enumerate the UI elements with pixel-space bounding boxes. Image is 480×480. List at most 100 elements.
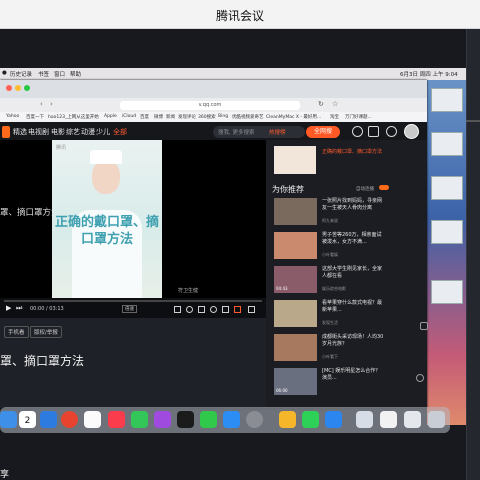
settings-icon[interactable] — [210, 306, 217, 313]
desktop-file-icon[interactable] — [431, 88, 463, 112]
hot-search-link[interactable]: 热搜榜 — [269, 128, 286, 136]
recommend-title[interactable]: [MC] 娱乐明星怎么合作？演员... — [322, 368, 384, 381]
finder-window-icon[interactable] — [356, 411, 373, 428]
screenshot-icon[interactable] — [174, 306, 181, 313]
recommend-thumbnail[interactable] — [274, 300, 317, 327]
recommend-title[interactable]: 成都街头采访现场！人均30岁月光族？ — [322, 334, 384, 347]
calendar-icon[interactable]: 2 — [19, 411, 36, 428]
bookmark-item[interactable]: hao123_上网从这里开始 — [48, 114, 99, 120]
itunes-icon[interactable] — [108, 411, 125, 428]
app-store-icon[interactable] — [223, 411, 240, 428]
recommend-title[interactable]: 看苹果穿什么款式电视？最新苹果... — [322, 300, 384, 313]
bookmark-item[interactable]: 新闻 — [166, 114, 175, 120]
bookmark-item[interactable]: 360搜索 — [198, 114, 216, 120]
fullscreen-icon[interactable] — [248, 306, 255, 313]
report-button[interactable]: 版权/举报 — [30, 326, 62, 338]
current-video-thumbnail[interactable] — [274, 146, 316, 174]
bookmark-item[interactable]: CleanMyMac X - 最好用... — [266, 114, 321, 120]
bookmark-item[interactable]: iCloud — [122, 114, 136, 119]
watch-on-phone-button[interactable]: 手机看 — [4, 326, 29, 338]
nav-kids[interactable]: 少儿 — [96, 127, 110, 137]
bookmark-item[interactable]: 淘宝 — [330, 114, 339, 120]
bookmark-item[interactable]: Apple — [104, 114, 117, 119]
bookmark-item[interactable]: 微博 — [154, 114, 163, 120]
numbers-icon[interactable] — [200, 411, 217, 428]
back-arrow-icon[interactable]: ‹ — [40, 100, 43, 108]
wechat-icon[interactable] — [302, 411, 319, 428]
nav-tv[interactable]: 电视剧 — [28, 127, 49, 137]
menu-history[interactable]: 历史记录 — [10, 70, 32, 78]
search-button[interactable]: 全网搜 — [306, 126, 340, 138]
trash-icon[interactable] — [420, 322, 428, 330]
maximize-window-button[interactable] — [24, 85, 30, 91]
recommend-item[interactable]: 04:43 这部大学生刚见家长，全家人都在看 娱乐综合电影 — [274, 266, 424, 296]
music-icon[interactable] — [61, 411, 78, 428]
tencent-video-logo[interactable] — [2, 126, 10, 138]
menu-help[interactable]: 帮助 — [70, 70, 81, 78]
search-input[interactable]: 搜我, 更多搜索 热搜榜 — [213, 126, 305, 138]
recommend-thumbnail[interactable] — [274, 198, 317, 225]
web-fullscreen-icon[interactable] — [234, 306, 241, 313]
picture-in-picture-icon[interactable] — [222, 306, 229, 313]
minimize-window-button[interactable] — [15, 85, 21, 91]
trash-bin-icon[interactable] — [428, 411, 445, 428]
downloads-stack-icon[interactable] — [404, 411, 421, 428]
photos-icon[interactable] — [84, 411, 101, 428]
play-icon[interactable]: ▶ — [6, 304, 11, 312]
recommend-thumbnail[interactable] — [274, 232, 317, 259]
recommend-thumbnail[interactable] — [274, 334, 317, 361]
next-icon[interactable]: ⏭ — [16, 304, 22, 313]
forward-arrow-icon[interactable]: › — [50, 100, 53, 108]
user-avatar[interactable] — [404, 124, 419, 139]
speed-button[interactable]: 倍速 — [122, 305, 137, 313]
recommend-thumbnail[interactable]: 04:43 — [274, 266, 317, 293]
menubar-clock[interactable]: 6月3日 周四 上午 9:04 — [400, 70, 458, 78]
star-icon[interactable]: ☆ — [332, 100, 338, 108]
address-bar[interactable]: v.qq.com — [120, 101, 300, 110]
progress-bar[interactable] — [4, 300, 262, 302]
tencent-meeting-icon[interactable] — [325, 411, 342, 428]
mail-icon[interactable] — [0, 411, 17, 428]
bookmark-item[interactable]: 万门好课题... — [345, 114, 372, 120]
recommend-item[interactable]: 男子苦等260万，相亲面试被泼水，女方不满... 小叶看娱 — [274, 232, 424, 262]
bookmark-item[interactable]: 百度 — [140, 114, 149, 120]
nav-all[interactable]: 全部 — [113, 127, 127, 137]
recommend-item[interactable]: 成都街头采访现场！人均30岁月光族？ 小叶看下 — [274, 334, 424, 364]
menu-bookmarks[interactable]: 书签 — [38, 70, 49, 78]
bookmark-item[interactable]: 优酷视频 — [232, 114, 250, 120]
recommend-item[interactable]: 06:00 [MC] 娱乐明星怎么合作？演员... — [274, 368, 424, 398]
reload-icon[interactable]: ↻ — [318, 100, 324, 108]
bookmark-item[interactable]: 百度一下 — [26, 114, 44, 120]
maps-icon[interactable] — [40, 411, 57, 428]
nav-anime[interactable]: 动漫 — [81, 127, 95, 137]
notes-icon[interactable] — [279, 411, 296, 428]
apple-icon[interactable]: ● — [2, 70, 7, 76]
upload-icon[interactable] — [386, 126, 397, 137]
facetime-icon[interactable] — [131, 411, 148, 428]
desktop-file-icon[interactable] — [431, 280, 463, 304]
recommend-title[interactable]: 这部大学生刚见家长，全家人都在看 — [322, 266, 384, 279]
screen-icon[interactable] — [368, 126, 379, 137]
menu-window[interactable]: 窗口 — [54, 70, 65, 78]
nav-variety[interactable]: 综艺 — [66, 127, 80, 137]
apple-tv-icon[interactable] — [177, 411, 194, 428]
bookmark-item[interactable]: Yahoo — [6, 114, 19, 119]
recommend-thumbnail[interactable]: 06:00 — [274, 368, 317, 395]
refresh-icon[interactable] — [416, 374, 424, 382]
recommend-item[interactable]: 一张照片找到妈妈，寻亲网友一生被天人骨肉分离 阿九来说 — [274, 198, 424, 228]
nav-movie[interactable]: 电影 — [51, 127, 65, 137]
close-window-button[interactable] — [6, 85, 12, 91]
desktop-file-icon[interactable] — [431, 176, 463, 200]
recommend-title[interactable]: 男子苦等260万，相亲面试被泼水，女方不满... — [322, 232, 384, 245]
history-icon[interactable] — [352, 126, 363, 137]
video-frame[interactable]: 正确的戴口罩、摘口罩方法 腾讯 — [52, 140, 162, 298]
nav-featured[interactable]: 精选 — [13, 127, 27, 137]
recommend-title[interactable]: 一张照片找到妈妈，寻亲网友一生被天人骨肉分离 — [322, 198, 384, 211]
bookmark-item[interactable]: 爱奇艺 — [250, 114, 264, 120]
danmaku-icon[interactable] — [186, 306, 193, 313]
volume-icon[interactable] — [198, 306, 205, 313]
system-preferences-icon[interactable] — [246, 411, 263, 428]
current-video-title[interactable]: 正确的戴口罩、摘口罩方法 — [322, 149, 382, 156]
desktop-file-icon[interactable] — [431, 220, 463, 244]
autoplay-toggle[interactable] — [379, 185, 389, 190]
